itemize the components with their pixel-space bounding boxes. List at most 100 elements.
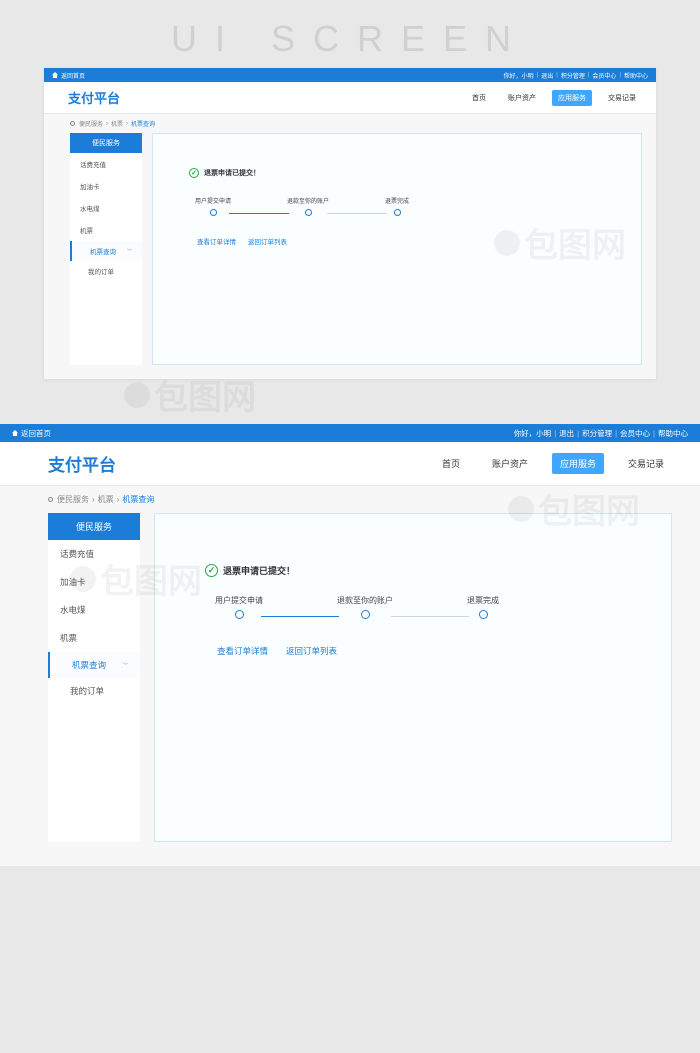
sidebar-item-flight[interactable]: 机票 (48, 624, 140, 652)
crumb-a[interactable]: 便民服务 (57, 494, 89, 505)
sidebar-sub-label: 机票查询 (90, 246, 116, 256)
sidebar-sub-my-orders[interactable]: 我的订单 (70, 261, 142, 281)
progress-steps: 用户提交申请 退款至你的账户 退票完成 (215, 591, 643, 619)
step-connector (229, 213, 289, 214)
main-panel: ✓ 退票申请已提交！ 用户提交申请 退款至你的账户 退票完成 (152, 133, 642, 365)
sidebar-item-fuel[interactable]: 加油卡 (70, 175, 142, 197)
person-icon (48, 497, 53, 502)
crumb-sep: › (106, 121, 108, 127)
step-2: 退款至你的账户 (337, 595, 393, 619)
topbar: 返回首页 你好，小明 | 退出 | 积分管理 | 会员中心 | 帮助中心 (0, 424, 700, 442)
sidebar-sub-flight-query[interactable]: 机票查询 ﹀ (70, 241, 142, 261)
header: 支付平台 首页 账户资产 应用服务 交易记录 (0, 442, 700, 486)
nav-transactions[interactable]: 交易记录 (602, 90, 642, 106)
person-icon (70, 121, 75, 126)
topbar-home[interactable]: 返回首页 (61, 71, 85, 80)
sidebar-head: 便民服务 (70, 133, 142, 153)
sidebar-sub-label: 我的订单 (88, 266, 114, 276)
brand-logo[interactable]: 支付平台 (48, 451, 116, 476)
nav-services[interactable]: 应用服务 (552, 453, 604, 474)
crumb-a[interactable]: 便民服务 (79, 119, 103, 128)
crumb-c: 机票查询 (122, 494, 154, 505)
topbar-link[interactable]: 积分管理 (582, 428, 612, 439)
back-to-order-list-link[interactable]: 返回订单列表 (248, 236, 287, 246)
step-connector (261, 616, 339, 617)
step-3: 退票完成 (385, 196, 409, 216)
nav-transactions[interactable]: 交易记录 (620, 453, 672, 474)
sidebar: 便民服务 话费充值 加油卡 水电煤 机票 机票查询 ﹀ 我的订单 (48, 513, 140, 842)
mockup-large: 返回首页 你好，小明 | 退出 | 积分管理 | 会员中心 | 帮助中心 支付平… (0, 424, 700, 866)
step-dot-icon (305, 209, 312, 216)
topbar-home[interactable]: 返回首页 (21, 428, 51, 439)
sidebar-item-phone[interactable]: 话费充值 (70, 153, 142, 175)
sidebar-item-utility[interactable]: 水电煤 (48, 596, 140, 624)
step-label: 用户提交申请 (195, 196, 231, 205)
topbar-link[interactable]: 帮助中心 (658, 428, 688, 439)
crumb-sep: › (117, 495, 120, 504)
nav-services[interactable]: 应用服务 (552, 90, 592, 106)
breadcrumb: 便民服务 › 机票 › 机票查询 (44, 114, 656, 133)
step-dot-icon (210, 209, 217, 216)
step-dot-icon (479, 610, 488, 619)
sidebar-sub-label: 机票查询 (72, 659, 106, 671)
step-dot-icon (361, 610, 370, 619)
success-check-icon: ✓ (189, 168, 199, 178)
topbar-link[interactable]: 会员中心 (592, 71, 616, 80)
step-2: 退款至你的账户 (287, 196, 329, 216)
header: 支付平台 首页 账户资产 应用服务 交易记录 (44, 82, 656, 114)
topbar-logout[interactable]: 退出 (541, 71, 553, 80)
nav-home[interactable]: 首页 (466, 90, 492, 106)
step-1: 用户提交申请 (195, 196, 231, 216)
success-check-icon: ✓ (205, 564, 218, 577)
crumb-sep: › (92, 495, 95, 504)
sidebar-item-flight[interactable]: 机票 (70, 219, 142, 241)
step-dot-icon (235, 610, 244, 619)
sidebar-head: 便民服务 (48, 513, 140, 540)
step-label: 退款至你的账户 (287, 196, 329, 205)
nav-assets[interactable]: 账户资产 (502, 90, 542, 106)
step-1: 用户提交申请 (215, 595, 263, 619)
view-order-details-link[interactable]: 查看订单详情 (217, 645, 268, 657)
crumb-c: 机票查询 (131, 119, 155, 128)
topbar-greeting: 你好，小明 (514, 428, 552, 439)
sidebar-sub-my-orders[interactable]: 我的订单 (48, 678, 140, 704)
sidebar-sub-flight-query[interactable]: 机票查询 ﹀ (48, 652, 140, 678)
breadcrumb: 便民服务 › 机票 › 机票查询 (0, 486, 700, 513)
back-to-order-list-link[interactable]: 返回订单列表 (286, 645, 337, 657)
topbar-logout[interactable]: 退出 (559, 428, 574, 439)
sidebar-sub-label: 我的订单 (70, 685, 104, 697)
sidebar-item-utility[interactable]: 水电煤 (70, 197, 142, 219)
home-icon (12, 430, 18, 436)
topbar-link[interactable]: 积分管理 (561, 71, 585, 80)
step-dot-icon (394, 209, 401, 216)
chevron-down-icon: ﹀ (123, 662, 128, 669)
sidebar-item-phone[interactable]: 话费充值 (48, 540, 140, 568)
step-label: 退票完成 (385, 196, 409, 205)
step-label: 退款至你的账户 (337, 595, 393, 606)
mockup-small: 返回首页 你好，小明 | 退出 | 积分管理 | 会员中心 | 帮助中心 支付平… (44, 68, 656, 379)
topbar-link[interactable]: 帮助中心 (624, 71, 648, 80)
step-label: 用户提交申请 (215, 595, 263, 606)
status-text: 退票申请已提交！ (204, 168, 260, 178)
nav-assets[interactable]: 账户资产 (484, 453, 536, 474)
step-label: 退票完成 (467, 595, 499, 606)
step-connector (391, 616, 469, 617)
topbar: 返回首页 你好，小明 | 退出 | 积分管理 | 会员中心 | 帮助中心 (44, 68, 656, 82)
sidebar: 便民服务 话费充值 加油卡 水电煤 机票 机票查询 ﹀ 我的订单 (70, 133, 142, 365)
main-panel: ✓ 退票申请已提交！ 用户提交申请 退款至你的账户 退票完成 (154, 513, 672, 842)
topbar-link[interactable]: 会员中心 (620, 428, 650, 439)
main-nav: 首页 账户资产 应用服务 交易记录 (466, 90, 642, 106)
main-nav: 首页 账户资产 应用服务 交易记录 (434, 453, 672, 474)
sidebar-item-fuel[interactable]: 加油卡 (48, 568, 140, 596)
chevron-down-icon: ﹀ (127, 248, 132, 255)
view-order-details-link[interactable]: 查看订单详情 (197, 236, 236, 246)
status-text: 退票申请已提交！ (223, 564, 295, 577)
nav-home[interactable]: 首页 (434, 453, 468, 474)
crumb-sep: › (126, 121, 128, 127)
home-icon (52, 72, 58, 78)
brand-logo[interactable]: 支付平台 (68, 88, 120, 107)
progress-steps: 用户提交申请 退款至你的账户 退票完成 (195, 192, 621, 216)
crumb-b[interactable]: 机票 (111, 119, 123, 128)
step-connector (327, 213, 387, 214)
crumb-b[interactable]: 机票 (98, 494, 114, 505)
